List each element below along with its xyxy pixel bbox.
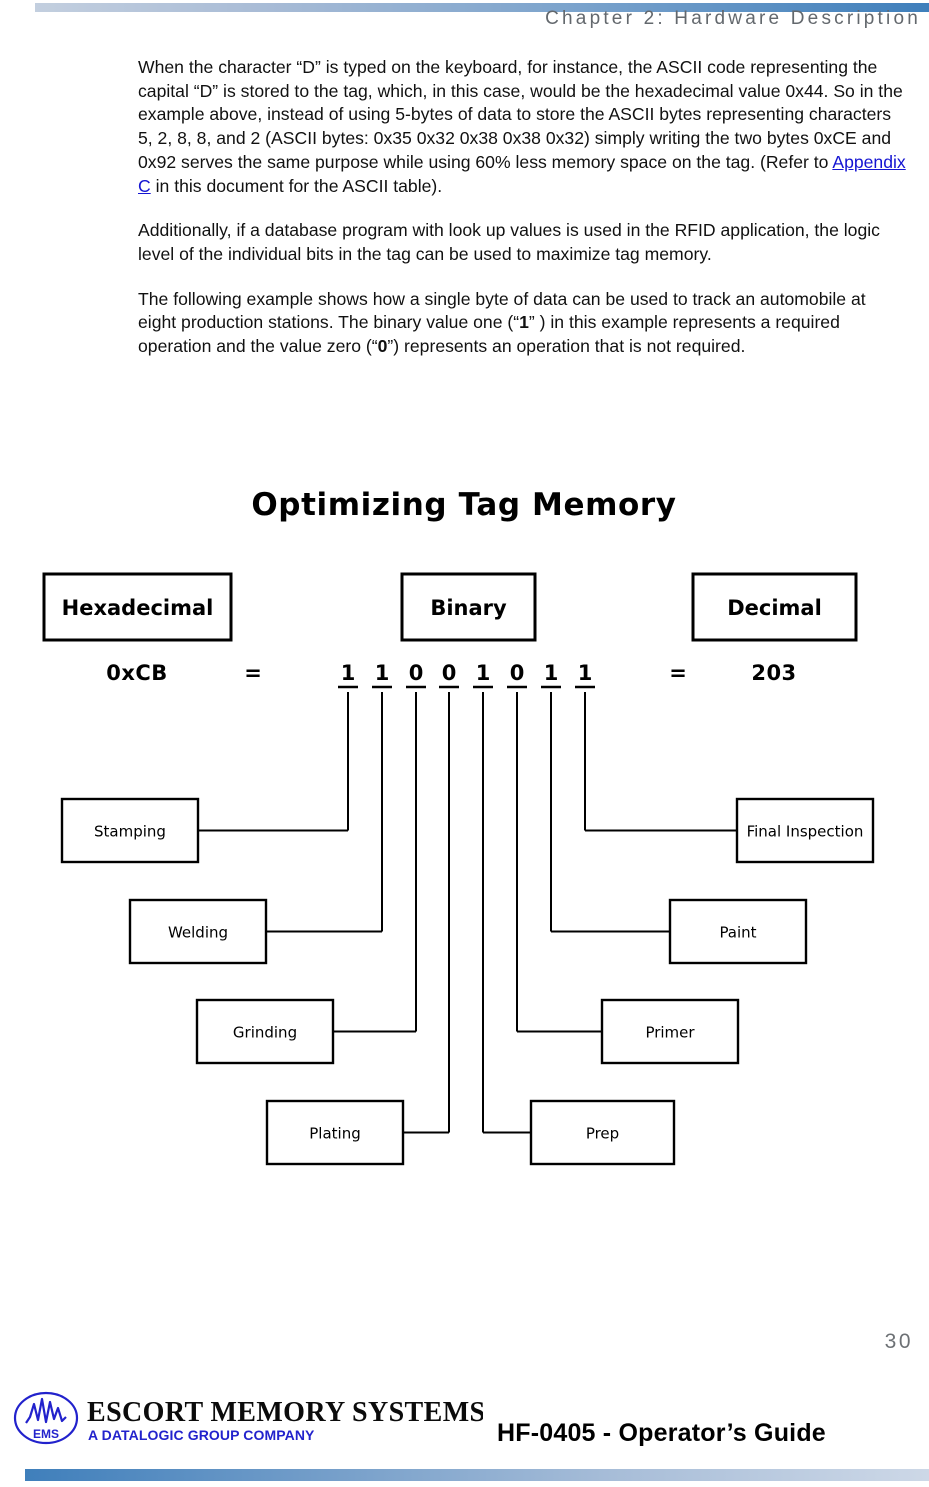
chapter-title: Chapter 2: Hardware Description [545, 8, 921, 29]
bit-digit-1: 1 [375, 661, 390, 685]
bit-digit-5: 0 [510, 661, 525, 685]
bit-digit-7: 1 [578, 661, 593, 685]
figure-title: Optimizing Tag Memory [251, 487, 676, 523]
station-boxes: Stamping Welding Grinding Plating Prep Primer… [60, 797, 875, 1166]
equals-sign-left: = [244, 661, 262, 685]
notation-label-binary: Binary [430, 596, 507, 620]
bit-digit-3: 0 [442, 661, 457, 685]
page-number: 30 [884, 1330, 913, 1353]
bit-digit-6: 1 [544, 661, 559, 685]
notation-label-hexadecimal: Hexadecimal [62, 596, 214, 620]
hex-value: 0xCB [106, 661, 168, 685]
station-label-prep: Prep [586, 1125, 619, 1143]
binary-one-emphasis: 1 [519, 312, 529, 333]
bit-digit-4: 1 [476, 661, 491, 685]
station-label-primer: Primer [645, 1024, 695, 1042]
paragraph-1: When the character “D” is typed on the k… [138, 56, 908, 198]
bit-digit-2: 0 [409, 661, 424, 685]
station-label-stamping: Stamping [94, 823, 166, 841]
optimizing-tag-memory-figure: Optimizing Tag Memory Hexadecimal Binary D… [0, 462, 929, 1202]
paragraph-3-part-3: ”) represents an operation that is not r… [387, 336, 746, 357]
station-label-welding: Welding [168, 924, 228, 942]
paragraph-3: The following example shows how a single… [138, 288, 908, 359]
notation-header-boxes: Hexadecimal Binary Decimal [42, 572, 858, 642]
station-label-final-inspection: Final Inspection [747, 823, 864, 841]
station-label-plating: Plating [309, 1125, 360, 1143]
logo-svg: EMS ESCORT MEMORY SYSTEMS A DATALOGIC GR… [13, 1391, 485, 1445]
binary-bit-row: 11001011 [338, 661, 595, 689]
body-text-column: When the character “D” is typed on the k… [138, 56, 908, 380]
decimal-value: 203 [751, 661, 796, 685]
station-label-paint: Paint [719, 924, 756, 942]
guide-title: HF-0405 - Operator’s Guide [497, 1419, 826, 1447]
binary-zero-emphasis: 0 [377, 336, 388, 357]
footer-rule [25, 1469, 929, 1481]
logo-mark-text: EMS [33, 1427, 59, 1441]
company-tagline: A DATALOGIC GROUP COMPANY [88, 1427, 315, 1443]
paragraph-1-text-before-link: When the character “D” is typed on the k… [138, 57, 903, 172]
company-name: ESCORT MEMORY SYSTEMS [87, 1397, 483, 1428]
connector-lines [198, 692, 737, 1134]
figure-svg: Optimizing Tag Memory Hexadecimal Binary D… [42, 487, 875, 1166]
document-page: Chapter 2: Hardware Description When the… [0, 0, 929, 1487]
bit-digit-0: 1 [341, 661, 356, 685]
equals-sign-right: = [669, 661, 687, 685]
station-label-grinding: Grinding [233, 1024, 297, 1042]
notation-label-decimal: Decimal [727, 596, 822, 620]
paragraph-1-text-after-link: in this document for the ASCII table). [150, 175, 443, 196]
company-logo: EMS ESCORT MEMORY SYSTEMS A DATALOGIC GR… [13, 1386, 485, 1450]
paragraph-2: Additionally, if a database program with… [138, 220, 880, 264]
